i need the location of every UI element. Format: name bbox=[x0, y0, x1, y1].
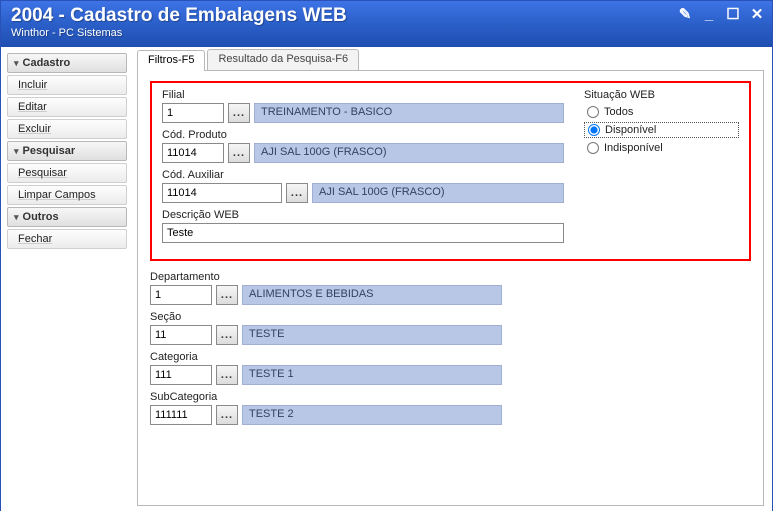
maximize-icon[interactable]: ☐ bbox=[724, 5, 742, 23]
edit-icon[interactable]: ✎ bbox=[676, 5, 694, 23]
radio-input-indisponivel[interactable] bbox=[587, 142, 599, 154]
minimize-icon[interactable]: _ bbox=[700, 6, 718, 23]
departamento-lookup-button[interactable]: ... bbox=[216, 285, 238, 305]
departamento-label: Departamento bbox=[150, 271, 570, 283]
filter-panel: Filial ... TREINAMENTO - BASICO Cód. Pro… bbox=[137, 71, 764, 506]
sidebar-item-fechar[interactable]: Fechar bbox=[7, 229, 127, 249]
close-icon[interactable]: ✕ bbox=[748, 5, 766, 23]
sidebar-item-limpar-campos[interactable]: Limpar Campos bbox=[7, 185, 127, 205]
subcategoria-desc: TESTE 2 bbox=[242, 405, 502, 425]
radio-label: Todos bbox=[604, 106, 633, 118]
subcategoria-label: SubCategoria bbox=[150, 391, 570, 403]
sidebar-group-cadastro[interactable]: ▾ Cadastro bbox=[7, 53, 127, 73]
highlighted-filter-box: Filial ... TREINAMENTO - BASICO Cód. Pro… bbox=[150, 81, 751, 261]
radio-label: Disponível bbox=[605, 124, 656, 136]
secao-input[interactable] bbox=[150, 325, 212, 345]
secao-label: Seção bbox=[150, 311, 570, 323]
sidebar-item-editar[interactable]: Editar bbox=[7, 97, 127, 117]
filial-lookup-button[interactable]: ... bbox=[228, 103, 250, 123]
descricao-web-input[interactable] bbox=[162, 223, 564, 243]
cod-auxiliar-lookup-button[interactable]: ... bbox=[286, 183, 308, 203]
chevron-down-icon: ▾ bbox=[14, 212, 19, 223]
categoria-lookup-button[interactable]: ... bbox=[216, 365, 238, 385]
descricao-web-label: Descrição WEB bbox=[162, 209, 564, 221]
categoria-desc: TESTE 1 bbox=[242, 365, 502, 385]
window-subtitle: Winthor - PC Sistemas bbox=[11, 27, 762, 39]
cod-produto-label: Cód. Produto bbox=[162, 129, 564, 141]
filial-label: Filial bbox=[162, 89, 564, 101]
subcategoria-lookup-button[interactable]: ... bbox=[216, 405, 238, 425]
categoria-input[interactable] bbox=[150, 365, 212, 385]
categoria-label: Categoria bbox=[150, 351, 570, 363]
sidebar-group-outros[interactable]: ▾ Outros bbox=[7, 207, 127, 227]
sidebar-group-pesquisar[interactable]: ▾ Pesquisar bbox=[7, 141, 127, 161]
tab-filtros[interactable]: Filtros-F5 bbox=[137, 50, 205, 71]
subcategoria-input[interactable] bbox=[150, 405, 212, 425]
secao-desc: TESTE bbox=[242, 325, 502, 345]
cod-produto-input[interactable] bbox=[162, 143, 224, 163]
filial-desc: TREINAMENTO - BASICO bbox=[254, 103, 564, 123]
filial-input[interactable] bbox=[162, 103, 224, 123]
situacao-web-label: Situação WEB bbox=[584, 89, 739, 101]
sidebar-item-pesquisar[interactable]: Pesquisar bbox=[7, 163, 127, 183]
cod-auxiliar-desc: AJI SAL 100G (FRASCO) bbox=[312, 183, 564, 203]
situacao-radio-disponivel[interactable]: Disponível bbox=[584, 122, 739, 138]
tab-resultado[interactable]: Resultado da Pesquisa-F6 bbox=[207, 49, 359, 70]
chevron-down-icon: ▾ bbox=[14, 58, 19, 69]
cod-produto-desc: AJI SAL 100G (FRASCO) bbox=[254, 143, 564, 163]
sidebar-item-incluir[interactable]: Incluir bbox=[7, 75, 127, 95]
radio-input-disponivel[interactable] bbox=[588, 124, 600, 136]
window-controls: ✎ _ ☐ ✕ bbox=[676, 5, 766, 23]
sidebar-item-excluir[interactable]: Excluir bbox=[7, 119, 127, 139]
cod-auxiliar-input[interactable] bbox=[162, 183, 282, 203]
tabs: Filtros-F5 Resultado da Pesquisa-F6 bbox=[137, 49, 764, 71]
sidebar-group-label: Cadastro bbox=[23, 57, 71, 69]
sidebar-group-label: Pesquisar bbox=[23, 145, 76, 157]
cod-auxiliar-label: Cód. Auxiliar bbox=[162, 169, 564, 181]
chevron-down-icon: ▾ bbox=[14, 146, 19, 157]
radio-label: Indisponível bbox=[604, 142, 663, 154]
situacao-radio-todos[interactable]: Todos bbox=[584, 105, 739, 119]
window-title: 2004 - Cadastro de Embalagens WEB bbox=[11, 5, 762, 27]
situacao-radio-indisponivel[interactable]: Indisponível bbox=[584, 141, 739, 155]
cod-produto-lookup-button[interactable]: ... bbox=[228, 143, 250, 163]
sidebar: ▾ Cadastro Incluir Editar Excluir ▾ Pesq… bbox=[1, 47, 133, 512]
radio-input-todos[interactable] bbox=[587, 106, 599, 118]
secao-lookup-button[interactable]: ... bbox=[216, 325, 238, 345]
titlebar: 2004 - Cadastro de Embalagens WEB Wintho… bbox=[1, 1, 772, 47]
departamento-input[interactable] bbox=[150, 285, 212, 305]
departamento-desc: ALIMENTOS E BEBIDAS bbox=[242, 285, 502, 305]
sidebar-group-label: Outros bbox=[23, 211, 59, 223]
